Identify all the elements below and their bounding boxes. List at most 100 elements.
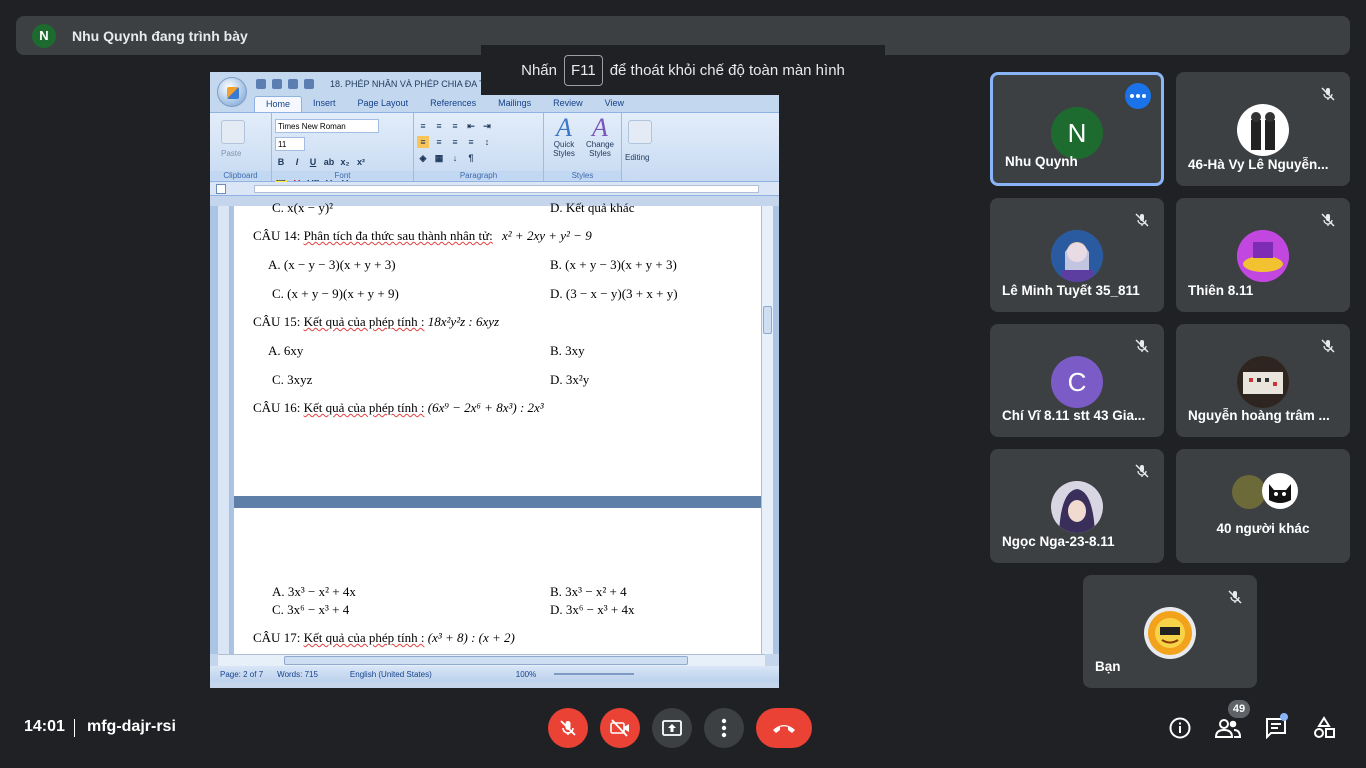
avatar-image-icon — [1148, 611, 1192, 655]
q16-option-b: B. 3x³ − x² + 4 — [550, 584, 627, 599]
undo-icon — [272, 79, 282, 89]
people-icon — [1215, 719, 1241, 738]
paste-icon — [221, 120, 245, 144]
avatar: N — [1051, 107, 1103, 159]
more-vert-icon — [721, 718, 727, 738]
mic-toggle-button[interactable] — [548, 708, 588, 748]
avatar-image-icon — [1051, 230, 1103, 282]
present-screen-button[interactable] — [652, 708, 692, 748]
meeting-details-button[interactable] — [1165, 713, 1195, 743]
indent-icon: ⇤ — [467, 121, 475, 131]
horizontal-ruler — [210, 182, 779, 196]
q15-line: CÂU 15: Kết quả của phép tính : 18x²y²z … — [253, 314, 499, 330]
participant-tile-4[interactable]: Thiên 8.11 — [1176, 198, 1350, 312]
shading-icon: ◈ — [419, 153, 427, 163]
horizontal-scroll-thumb[interactable] — [284, 656, 688, 665]
q15-option-c: C. 3xyz — [272, 372, 313, 387]
q16-option-c: C. 3x⁶ − x³ + 4 — [272, 602, 350, 617]
q16-expression: (6x⁹ − 2x⁶ + 8x³) : 2x³ — [427, 400, 544, 415]
avatar — [1237, 104, 1289, 156]
shared-screen[interactable]: 18. PHÉP NHÂN VÀ PHÉP CHIA ĐA THỨC Home … — [210, 72, 779, 688]
word-count: Words: 715 — [277, 669, 318, 679]
present-screen-icon — [662, 720, 682, 736]
self-tile[interactable]: Bạn — [1083, 575, 1257, 688]
q15-option-d: D. 3x²y — [550, 372, 590, 387]
meeting-code: mfg-dajr-rsi — [87, 718, 176, 735]
align-center-icon: ≡ — [436, 137, 442, 147]
q17-text: Kết quả của phép tính : — [303, 630, 425, 645]
mic-off-icon — [1223, 585, 1247, 609]
language: English (United States) — [349, 669, 432, 679]
redo-icon — [288, 79, 298, 89]
q15-label: CÂU 15: — [253, 314, 301, 329]
q17-label: CÂU 17: — [253, 630, 301, 645]
justify-icon: ≡ — [468, 137, 474, 147]
more-options-button[interactable] — [704, 708, 744, 748]
subscript-icon: x₂ — [340, 157, 350, 167]
ribbon-tabs: Home Insert Page Layout References Maili… — [210, 96, 779, 112]
participant-tile-2[interactable]: 46-Hà Vy Lê Nguyễn... — [1176, 72, 1350, 186]
strikethrough-icon: ab — [323, 157, 335, 167]
vertical-scroll-thumb[interactable] — [763, 306, 772, 334]
shading-row: ◈ ▦ ↓ ¶ — [417, 152, 540, 164]
align-row: ≡ ≡ ≡ ≡ ↕ — [417, 136, 540, 148]
mic-off-icon — [1316, 82, 1340, 106]
font-group-label: Font — [272, 171, 413, 180]
q14-label: CÂU 14: — [253, 228, 301, 243]
more-options-button[interactable] — [1125, 83, 1151, 109]
bullets-icon: ≡ — [420, 121, 426, 131]
paragraph-group: ≡ ≡ ≡ ⇤ ⇥ ≡ ≡ ≡ ≡ ↕ ◈ ▦ ↓ ¶ Paragraph — [414, 113, 544, 181]
page-1: C. x(x − y)² D. Kết quả khác CÂU 14: Phâ… — [234, 200, 761, 496]
q16-line: CÂU 16: Kết quả của phép tính : (6x⁹ − 2… — [253, 400, 544, 416]
q17-line: CÂU 17: Kết quả của phép tính : (x³ + 8)… — [253, 630, 515, 646]
vertical-scrollbar[interactable] — [761, 206, 773, 654]
participant-name: Ngọc Nga-23-8.11 — [1002, 534, 1115, 549]
editing-label: Editing — [625, 153, 650, 162]
more-dots-icon — [1130, 94, 1146, 98]
numbering-icon: ≡ — [436, 121, 442, 131]
participant-tile-nhu-quynh[interactable]: N Nhu Quynh — [990, 72, 1164, 186]
styles-group-label: Styles — [544, 171, 621, 180]
italic-icon: I — [295, 157, 299, 167]
participant-tile-5[interactable]: C Chí Vĩ 8.11 stt 43 Gia... — [990, 324, 1164, 437]
participant-tile-3[interactable]: Lê Minh Tuyết 35_811 — [990, 198, 1164, 312]
multilevel-icon: ≡ — [452, 121, 458, 131]
q15-expression: 18x²y²z : 6xyz — [427, 314, 500, 329]
avatar-image-icon — [1237, 230, 1289, 282]
tip-before: Nhấn — [521, 61, 557, 79]
tab-references: References — [430, 98, 477, 108]
avatar: C — [1051, 356, 1103, 408]
ruler-track — [254, 185, 759, 193]
participant-tile-6[interactable]: Nguyễn hoàng trâm ... — [1176, 324, 1350, 437]
tab-review: Review — [553, 98, 583, 108]
styles-group: A Quick Styles A Change Styles Styles — [544, 113, 622, 181]
avatar — [1051, 481, 1103, 533]
leave-call-button[interactable] — [756, 708, 812, 748]
tab-selector — [216, 184, 226, 194]
ribbon: Paste Clipboard Times New Roman 11 B I Uab… — [210, 112, 779, 184]
people-count-badge: 49 — [1228, 700, 1250, 718]
outdent-icon: ⇥ — [483, 121, 491, 131]
q16-option-a: A. 3x³ − x² + 4x — [272, 584, 356, 599]
others-tile[interactable]: 40 người khác — [1176, 449, 1350, 563]
camera-toggle-button[interactable] — [600, 708, 640, 748]
q14-option-b: B. (x + y − 3)(x + y + 3) — [550, 257, 677, 272]
q14-option-d: D. (3 − x − y)(3 + x + y) — [550, 286, 678, 301]
avatar-image-icon — [1051, 481, 1103, 533]
camera-off-icon — [610, 719, 629, 737]
q15-option-b: B. 3xy — [550, 343, 585, 358]
horizontal-scrollbar[interactable] — [218, 654, 765, 666]
q15-text: Kết quả của phép tính : — [303, 314, 425, 329]
document-area[interactable]: C. x(x − y)² D. Kết quả khác CÂU 14: Phâ… — [210, 200, 779, 654]
tip-after: để thoát khỏi chế độ toàn màn hình — [609, 61, 845, 79]
change-styles-label: Change Styles — [585, 140, 615, 158]
mic-off-icon — [1130, 459, 1154, 483]
page-count: Page: 2 of 7 — [220, 669, 264, 679]
participant-tile-7[interactable]: Ngọc Nga-23-8.11 — [990, 449, 1164, 563]
participant-name: Nguyễn hoàng trâm ... — [1188, 408, 1330, 423]
q16-label: CÂU 16: — [253, 400, 301, 415]
participant-name: Thiên 8.11 — [1188, 283, 1254, 298]
activities-button[interactable] — [1309, 713, 1339, 743]
zoom-slider — [554, 673, 635, 675]
participant-name: Chí Vĩ 8.11 stt 43 Gia... — [1002, 408, 1146, 423]
